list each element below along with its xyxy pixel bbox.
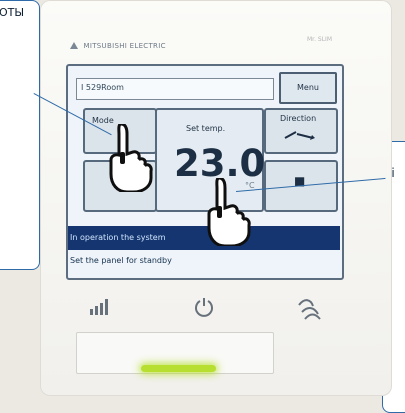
brand-logo: MITSUBISHI ELECTRIC	[70, 42, 166, 50]
direction-icon	[284, 131, 315, 140]
status-bar: I 529Room	[76, 78, 274, 100]
hand-pointer-icon	[109, 124, 153, 192]
hand-pointer-icon	[207, 178, 251, 246]
fan-icon[interactable]	[295, 295, 323, 323]
set-temp-label: Set temp.	[186, 124, 226, 133]
menu-button[interactable]: Menu	[279, 72, 337, 104]
brand-mark-icon	[70, 42, 78, 49]
status-text: I 529Room	[81, 83, 124, 92]
brand-text: MITSUBISHI ELECTRIC	[83, 42, 166, 50]
left-callout-tab: О	[0, 7, 25, 27]
signal-bars-icon[interactable]	[88, 295, 112, 319]
power-led	[141, 365, 216, 372]
power-icon[interactable]	[192, 295, 216, 319]
left-callout: ОТЫ О	[0, 0, 40, 270]
direction-label: Direction	[280, 114, 317, 123]
direction-button[interactable]: Direction	[264, 108, 338, 154]
message-line-2: Set the panel for standby	[70, 256, 172, 265]
top-logo: Mr. SLIM	[306, 36, 332, 43]
